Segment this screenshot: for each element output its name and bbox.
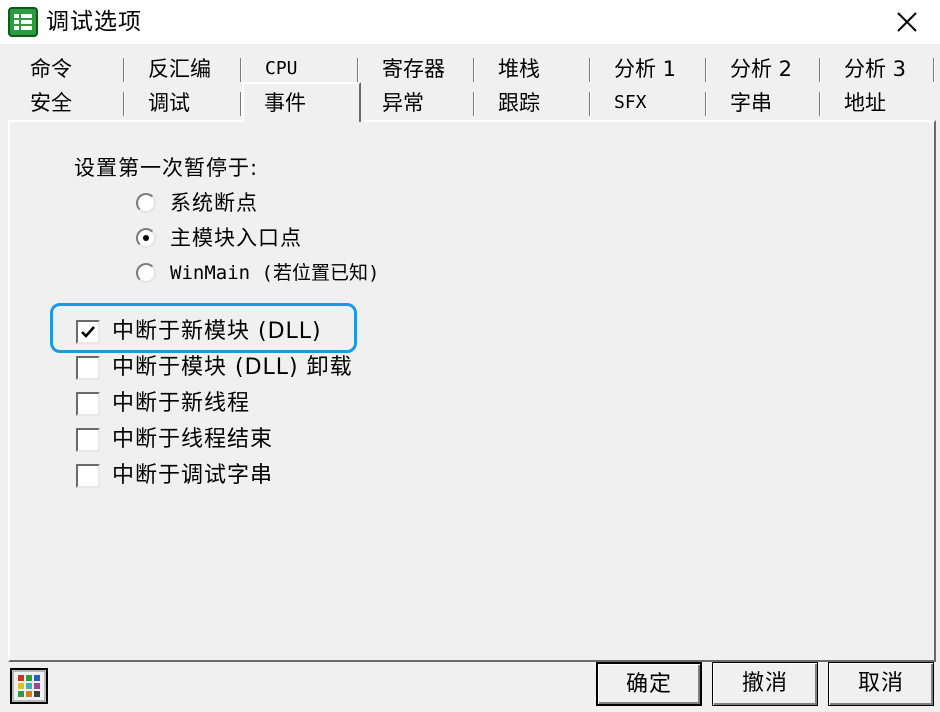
tab-label: 分析 2 (730, 57, 793, 81)
checkbox-break-debug-string[interactable]: 中断于调试字串 (76, 459, 273, 493)
tab-label: 字串 (730, 91, 772, 115)
tab-label: 寄存器 (382, 57, 445, 81)
tab-addresses[interactable]: 地址 (822, 86, 936, 120)
tab-label: 命令 (30, 57, 72, 81)
tab-analysis-1[interactable]: 分析 1 (592, 52, 708, 86)
app-icon (8, 7, 38, 37)
checkbox-label: 中断于模块 (DLL) 卸载 (112, 355, 353, 380)
checkbox-break-module-unload[interactable]: 中断于模块 (DLL) 卸载 (76, 351, 353, 385)
checkbox-break-thread-end[interactable]: 中断于线程结束 (76, 423, 273, 457)
tab-label: 分析 1 (614, 57, 677, 81)
checkbox-label: 中断于调试字串 (112, 463, 274, 488)
tab-analysis-2[interactable]: 分析 2 (708, 52, 822, 86)
tab-label: 调试 (148, 91, 190, 115)
tab-security[interactable]: 安全 (8, 86, 126, 120)
checkbox[interactable] (76, 464, 100, 488)
radio-button[interactable] (136, 263, 156, 283)
radio-label: 主模块入口点 (170, 226, 302, 250)
close-icon[interactable] (884, 4, 930, 40)
tab-strings[interactable]: 字串 (708, 86, 822, 120)
radio-main-module-entry[interactable]: 主模块入口点 (136, 221, 302, 255)
checkbox[interactable] (76, 392, 100, 416)
radio-system-breakpoint[interactable]: 系统断点 (136, 186, 258, 220)
tab-label: CPU (265, 58, 298, 79)
first-pause-label: 设置第一次暂停于: (74, 156, 259, 180)
tab-label: 跟踪 (498, 91, 540, 115)
tab-debug[interactable]: 调试 (126, 86, 243, 120)
tab-events[interactable]: 事件 (242, 82, 361, 122)
tab-registers[interactable]: 寄存器 (360, 52, 476, 86)
palette-icon[interactable] (10, 668, 48, 704)
tab-label: 异常 (382, 91, 424, 115)
radio-winmain[interactable]: WinMain (若位置已知) (136, 256, 379, 290)
checkbox-label: 中断于新线程 (112, 391, 251, 416)
checkmark-icon (81, 326, 95, 338)
tab-label: 分析 3 (844, 57, 907, 81)
tab-sfx[interactable]: SFX (592, 86, 708, 120)
radio-label: WinMain (若位置已知) (170, 262, 380, 284)
tab-analysis-3[interactable]: 分析 3 (822, 52, 936, 86)
undo-button[interactable]: 撤消 (712, 662, 818, 706)
ok-button[interactable]: 确定 (596, 662, 702, 706)
tab-label: SFX (614, 92, 647, 113)
checkbox[interactable] (76, 320, 100, 344)
tab-trace[interactable]: 跟踪 (476, 86, 592, 120)
tab-command[interactable]: 命令 (8, 52, 126, 86)
title-bar: 调试选项 (0, 0, 940, 44)
tab-label: 地址 (844, 91, 886, 115)
checkbox[interactable] (76, 356, 100, 380)
tab-label: 反汇编 (148, 57, 211, 81)
checkbox[interactable] (76, 428, 100, 452)
radio-button[interactable] (136, 228, 156, 248)
radio-label: 系统断点 (170, 191, 258, 215)
tab-stack[interactable]: 堆栈 (476, 52, 592, 86)
tab-disassembler[interactable]: 反汇编 (126, 52, 243, 86)
radio-button[interactable] (136, 193, 156, 213)
window-title: 调试选项 (46, 9, 142, 35)
checkbox-label: 中断于新模块 (DLL) (112, 319, 322, 344)
tab-exceptions[interactable]: 异常 (360, 86, 476, 120)
cancel-button[interactable]: 取消 (828, 662, 934, 706)
tab-cpu[interactable]: CPU (243, 52, 360, 86)
checkbox-break-new-module[interactable]: 中断于新模块 (DLL) (76, 315, 322, 349)
checkbox-break-new-thread[interactable]: 中断于新线程 (76, 387, 250, 421)
tab-label: 安全 (30, 91, 72, 115)
tab-label: 堆栈 (498, 57, 540, 81)
tab-label: 事件 (264, 91, 306, 115)
checkbox-label: 中断于线程结束 (112, 427, 274, 452)
